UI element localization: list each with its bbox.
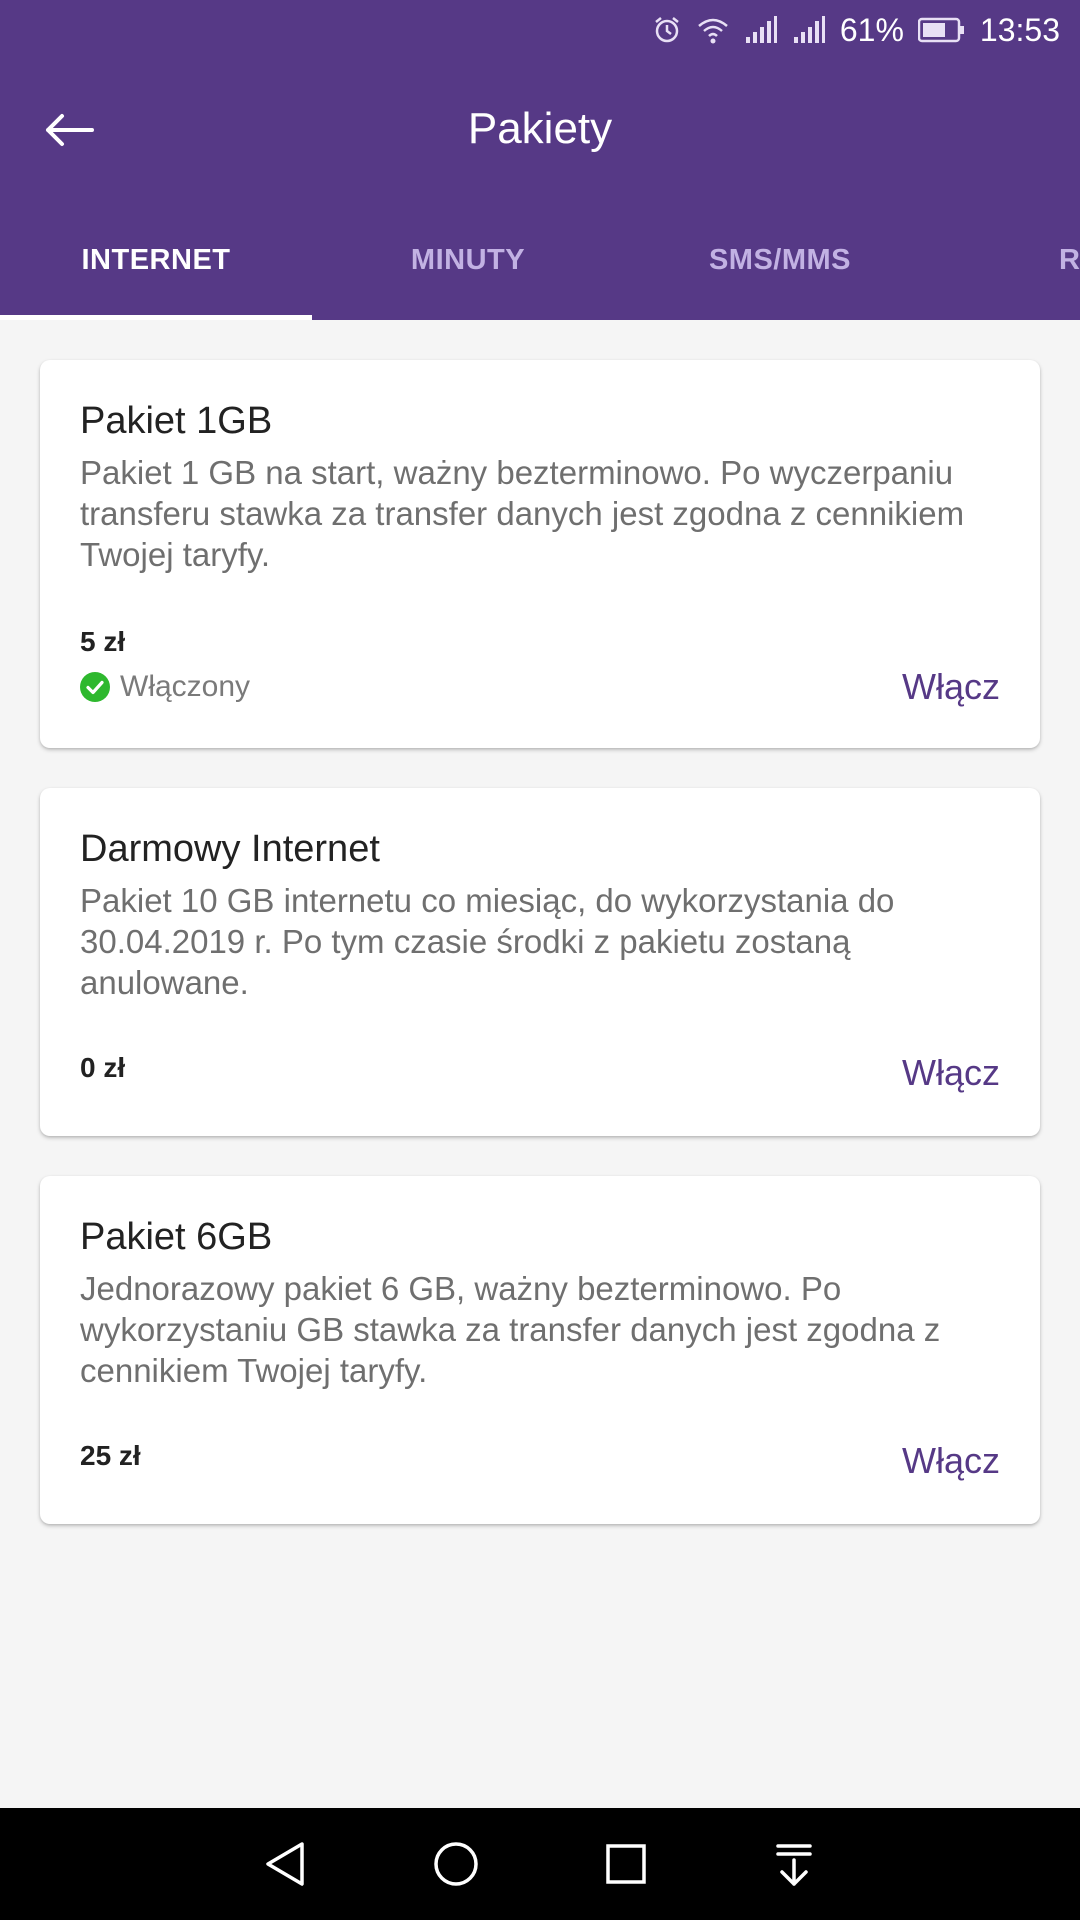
tab-indicator xyxy=(0,315,312,320)
package-price: 0 zł xyxy=(80,1052,126,1083)
package-description: Pakiet 1 GB na start, ważny bezterminowo… xyxy=(80,454,965,573)
tab-roaming[interactable]: ROA xyxy=(936,220,1080,320)
toolbar: Pakiety xyxy=(0,60,1080,200)
check-circle-icon xyxy=(80,672,110,702)
alarm-icon xyxy=(652,15,682,45)
package-card: Darmowy Internet Pakiet 10 GB internetu … xyxy=(40,788,1040,1136)
tab-internet[interactable]: INTERNET xyxy=(0,220,312,320)
battery-icon xyxy=(917,16,966,44)
back-triangle-icon xyxy=(266,1842,304,1886)
tab-bar: INTERNET MINUTY SMS/MMS ROA xyxy=(0,220,1080,320)
tab-minuty[interactable]: MINUTY xyxy=(312,220,624,320)
nav-notifications-button[interactable] xyxy=(766,1836,822,1892)
package-description: Pakiet 10 GB internetu co miesiąc, do wy… xyxy=(80,882,895,1001)
activate-button[interactable]: Włącz xyxy=(902,1052,1000,1094)
tab-sms-mms[interactable]: SMS/MMS xyxy=(624,220,936,320)
package-title: Darmowy Internet xyxy=(80,828,380,870)
package-card: Pakiet 1GB Pakiet 1 GB na start, ważny b… xyxy=(40,360,1040,748)
nav-home-button[interactable] xyxy=(428,1836,484,1892)
package-title: Pakiet 1GB xyxy=(80,400,273,442)
status-time: 13:53 xyxy=(979,11,1060,48)
recents-square-icon xyxy=(606,1844,646,1884)
page-title: Pakiety xyxy=(467,104,613,153)
nav-recents-button[interactable] xyxy=(598,1836,654,1892)
package-description: Jednorazowy pakiet 6 GB, ważny beztermin… xyxy=(80,1270,941,1389)
nav-back-button[interactable] xyxy=(258,1836,314,1892)
package-price: 25 zł xyxy=(80,1440,141,1471)
signal-icon xyxy=(744,15,778,45)
status-bar: 61% 13:53 xyxy=(652,0,1080,60)
package-card: Pakiet 6GB Jednorazowy pakiet 6 GB, ważn… xyxy=(40,1176,1040,1524)
notifications-down-icon xyxy=(776,1844,812,1886)
home-circle-icon xyxy=(434,1842,478,1886)
app-bar: 61% 13:53 Pakiety INTERNET MINUTY SMS/MM… xyxy=(0,0,1080,320)
activate-button[interactable]: Włącz xyxy=(902,1440,1000,1482)
package-title: Pakiet 6GB xyxy=(80,1216,273,1258)
package-price: 5 zł xyxy=(80,626,126,657)
wifi-icon xyxy=(696,15,730,45)
system-nav-bar xyxy=(0,1808,1080,1920)
signal-icon xyxy=(792,15,826,45)
activate-button[interactable]: Włącz xyxy=(902,666,1000,708)
battery-percent: 61% xyxy=(839,11,904,48)
status-label: Włączony xyxy=(120,670,251,703)
package-status: Włączony xyxy=(80,670,250,704)
